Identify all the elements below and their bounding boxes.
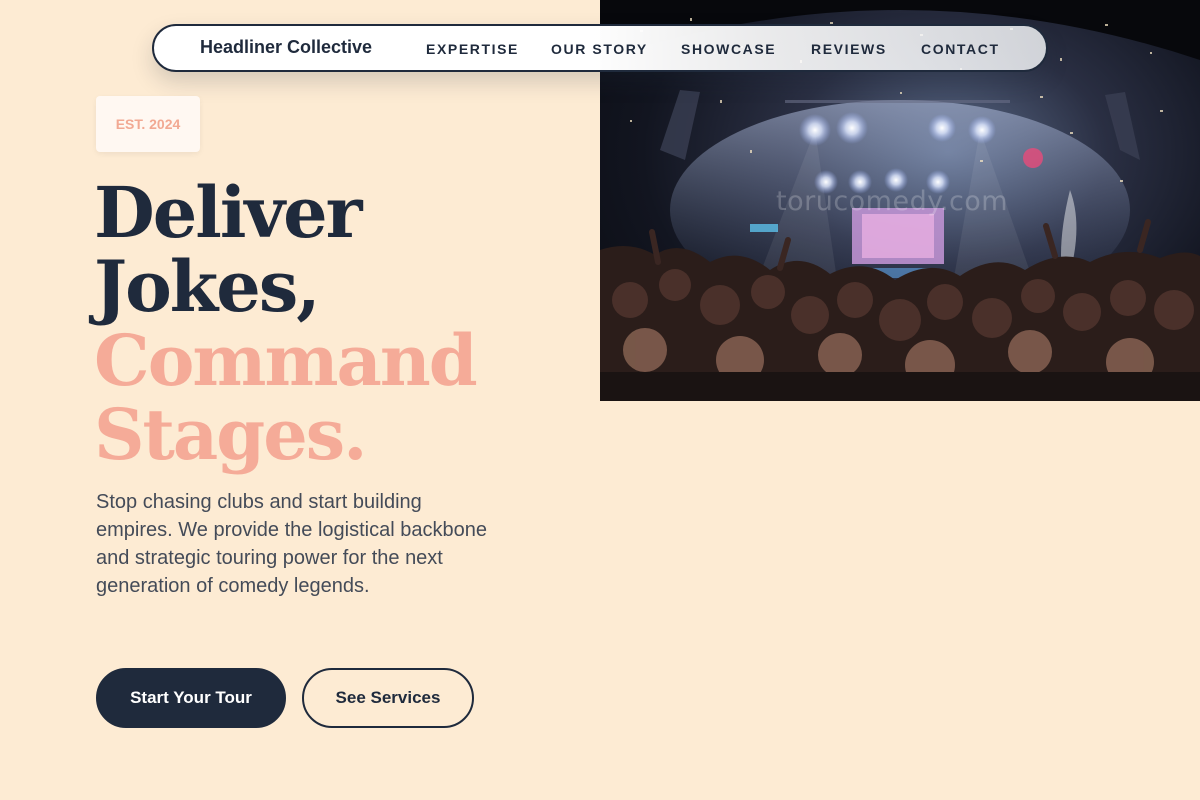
headline-line-2: Jokes, [94,245,321,328]
landing-page: torucomedy.com Headliner Collective EXPE… [0,0,1200,800]
headline-line-1: Deliver [94,171,363,254]
top-navigation: Headliner Collective EXPERTISE OUR STORY… [152,24,1048,72]
established-badge: EST. 2024 [96,96,200,152]
headline-line-4: Stages. [94,393,368,476]
nav-link-contact[interactable]: CONTACT [921,41,1000,57]
image-watermark: torucomedy.com [776,186,1009,217]
nav-link-showcase[interactable]: SHOWCASE [681,41,776,57]
see-services-button[interactable]: See Services [302,668,474,728]
nav-link-our-story[interactable]: OUR STORY [551,41,648,57]
nav-link-reviews[interactable]: REVIEWS [811,41,887,57]
hero-description: Stop chasing clubs and start building em… [96,491,487,597]
start-your-tour-button[interactable]: Start Your Tour [96,668,286,728]
headline-line-3: Command [94,319,478,402]
nav-link-expertise[interactable]: EXPERTISE [426,41,519,57]
brand-logo[interactable]: Headliner Collective [200,37,372,58]
hero-headline: Deliver Jokes, Command Stages. [94,171,478,476]
